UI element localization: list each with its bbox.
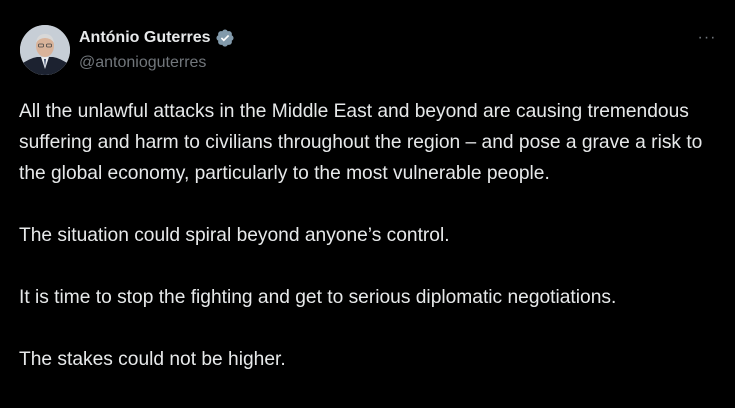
avatar[interactable] [20,25,70,75]
post-paragraph: It is time to stop the fighting and get … [19,287,617,308]
post-paragraph: All the unlawful attacks in the Middle E… [19,101,703,184]
more-options-icon[interactable]: ··· [693,26,721,50]
post-paragraph: The stakes could not be higher. [19,349,286,370]
tweet-card: António Guterres @antonioguterres ··· Al… [0,0,735,408]
post-text: All the unlawful attacks in the Middle E… [19,96,719,375]
post-paragraph: The situation could spiral beyond anyone… [19,225,450,246]
author-handle[interactable]: @antonioguterres [79,53,206,73]
author-name-row: António Guterres [79,28,235,48]
author-display-name[interactable]: António Guterres [79,28,211,48]
avatar-portrait-icon [20,25,70,75]
verified-badge-icon[interactable] [215,28,235,48]
